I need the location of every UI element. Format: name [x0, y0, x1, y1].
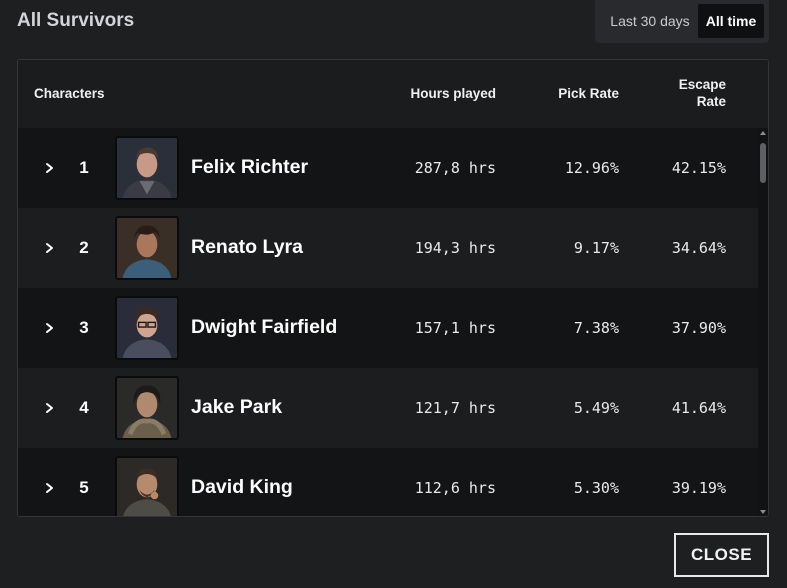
rank-number: 3 — [79, 318, 89, 337]
escape-rate-value: 42.15% — [671, 159, 726, 177]
escape-rate-value: 39.19% — [671, 479, 726, 497]
escape-header-line2: Rate — [696, 94, 726, 109]
table-row[interactable]: 4 Jake Park 121,7 hrs 5.49% 41.64% — [18, 368, 758, 448]
last-30-days-button[interactable]: Last 30 days — [603, 4, 697, 38]
character-name: Jake Park — [191, 396, 283, 418]
escape-header-line1: Escape — [678, 77, 726, 92]
hours-played-value: 194,3 hrs — [414, 239, 496, 257]
page-title: All Survivors — [17, 10, 135, 31]
table-row[interactable]: 2 Renato Lyra 194,3 hrs 9.17% 34.64% — [18, 208, 758, 288]
expand-chevron-icon[interactable] — [43, 238, 57, 258]
table-scrollbar[interactable] — [758, 128, 768, 516]
scroll-up-arrow-icon[interactable] — [760, 131, 766, 135]
rank-number: 5 — [79, 478, 89, 497]
character-portrait — [115, 376, 179, 440]
column-header-escape-rate[interactable]: Escape Rate — [628, 76, 726, 110]
pick-rate-value: 12.96% — [564, 159, 619, 177]
column-header-hours-played[interactable]: Hours played — [358, 86, 496, 101]
character-name: Felix Richter — [191, 156, 309, 178]
pick-rate-value: 5.49% — [573, 399, 619, 417]
hours-played-value: 121,7 hrs — [414, 399, 496, 417]
character-portrait — [115, 136, 179, 200]
character-portrait — [115, 296, 179, 360]
rank-number: 1 — [79, 158, 89, 177]
all-time-button[interactable]: All time — [698, 4, 764, 38]
hours-played-value: 157,1 hrs — [414, 319, 496, 337]
rank-number: 2 — [79, 238, 89, 257]
pick-rate-value: 9.17% — [573, 239, 619, 257]
table-row[interactable]: 1 Felix Richter 287,8 hrs 12.96% 42.15% — [18, 128, 758, 208]
close-button[interactable]: CLOSE — [674, 533, 769, 577]
time-range-toggle: Last 30 days All time — [595, 0, 769, 43]
escape-rate-value: 37.90% — [671, 319, 726, 337]
escape-rate-value: 34.64% — [671, 239, 726, 257]
table-header: Characters Hours played Pick Rate Escape… — [18, 60, 768, 128]
pick-rate-value: 5.30% — [573, 479, 619, 497]
expand-chevron-icon[interactable] — [43, 398, 57, 418]
scroll-thumb[interactable] — [760, 143, 766, 183]
column-header-characters[interactable]: Characters — [34, 86, 105, 101]
expand-chevron-icon[interactable] — [43, 318, 57, 338]
escape-rate-value: 41.64% — [671, 399, 726, 417]
survivors-table: Characters Hours played Pick Rate Escape… — [17, 59, 769, 517]
hours-played-value: 112,6 hrs — [414, 479, 496, 497]
column-header-pick-rate[interactable]: Pick Rate — [498, 86, 619, 101]
table-row[interactable]: 3 Dwight Fairfield 157,1 hrs 7.38% 37.90… — [18, 288, 758, 368]
expand-chevron-icon[interactable] — [43, 478, 57, 498]
character-portrait — [115, 216, 179, 280]
hours-played-value: 287,8 hrs — [414, 159, 496, 177]
rank-number: 4 — [79, 398, 89, 417]
character-name: David King — [191, 476, 293, 498]
character-name: Renato Lyra — [191, 236, 303, 258]
table-row[interactable]: 5 David King 112,6 hrs 5.30% 39.19% — [18, 448, 758, 516]
pick-rate-value: 7.38% — [573, 319, 619, 337]
character-portrait — [115, 456, 179, 516]
table-body: 1 Felix Richter 287,8 hrs 12.96% 42.15% … — [18, 128, 758, 516]
expand-chevron-icon[interactable] — [43, 158, 57, 178]
scroll-down-arrow-icon[interactable] — [760, 510, 766, 514]
character-name: Dwight Fairfield — [191, 316, 338, 338]
